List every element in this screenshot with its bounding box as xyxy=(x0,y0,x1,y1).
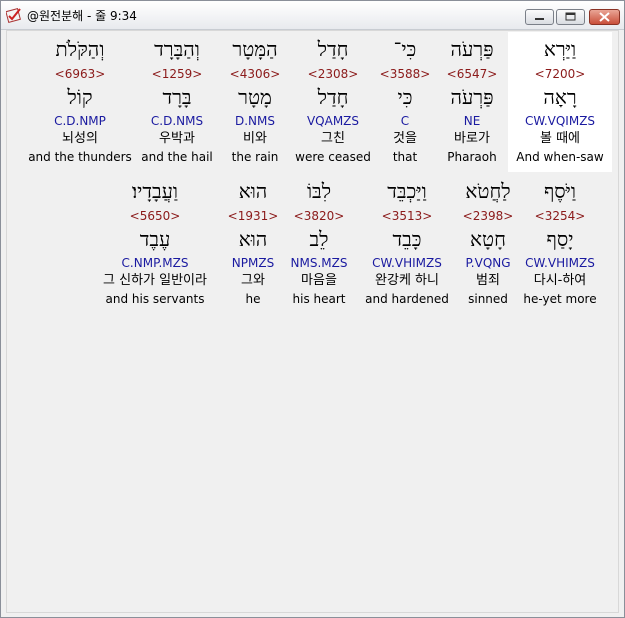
korean-gloss: 그친 xyxy=(321,131,345,146)
strong-number: <3254> xyxy=(534,209,586,223)
hebrew-lemma: לֵב xyxy=(309,227,329,251)
korean-gloss: 그와 xyxy=(241,273,265,288)
english-gloss: and the hail xyxy=(141,150,213,164)
hebrew-lemma: חָטָא xyxy=(470,227,506,251)
korean-gloss: 마음을 xyxy=(301,273,337,288)
hebrew-lemma: מָטָר xyxy=(238,85,272,109)
hebrew-lemma: כִּי xyxy=(397,85,413,109)
window-title: @원전분해 - 줄 9:34 xyxy=(27,9,137,23)
minimize-button[interactable] xyxy=(525,9,554,25)
korean-gloss: 우박과 xyxy=(159,131,195,146)
close-icon xyxy=(599,12,610,22)
hebrew-word: וַיַּכְבֵּד xyxy=(387,179,427,203)
app-window: @원전분해 - 줄 9:34 וַיַּרְא <7200> רָאָה CW.VQI… xyxy=(0,0,625,618)
english-gloss: he xyxy=(245,292,261,306)
strong-number: <6547> xyxy=(446,67,498,81)
morphology-code: C.D.NMP xyxy=(54,114,106,128)
hebrew-word: הַמָּטָר xyxy=(232,37,278,61)
strong-number: <3513> xyxy=(381,209,433,223)
strong-number: <5650> xyxy=(129,209,181,223)
hebrew-word: חָדַל xyxy=(317,37,349,61)
hebrew-lemma: כָּבֵד xyxy=(392,227,422,251)
morphology-code: CW.VQIMZS xyxy=(524,114,596,128)
morphology-code: C.NMP.MZS xyxy=(121,256,189,270)
morphology-code: P.VQNG xyxy=(465,256,511,270)
english-gloss: and his servants xyxy=(105,292,205,306)
korean-gloss: 것을 xyxy=(393,131,417,146)
korean-gloss: 범죄 xyxy=(476,273,500,288)
english-gloss: And when-saw xyxy=(516,150,604,164)
hebrew-word: וַיַּרְא xyxy=(543,37,577,61)
korean-gloss: 다시-하여 xyxy=(533,273,587,288)
hebrew-word: וַיֹּסֶף xyxy=(543,179,577,203)
strong-number: <3820> xyxy=(293,209,345,223)
hebrew-lemma: בָּרָד xyxy=(162,85,192,109)
korean-gloss: 비와 xyxy=(243,131,267,146)
korean-gloss: 뇌성의 xyxy=(62,131,98,146)
morphology-code: CW.VHIMZS xyxy=(525,256,595,270)
strong-number: <1931> xyxy=(227,209,279,223)
english-gloss: that xyxy=(392,150,418,164)
english-gloss: his heart xyxy=(292,292,346,306)
strong-number: <4306> xyxy=(229,67,281,81)
korean-gloss: 완강케 하니 xyxy=(375,273,439,288)
english-gloss: the rain xyxy=(231,150,279,164)
english-gloss: he-yet more xyxy=(523,292,597,306)
hebrew-lemma: קוֹל xyxy=(67,85,93,109)
strong-number: <2308> xyxy=(307,67,359,81)
morphology-code: C.D.NMS xyxy=(150,114,204,128)
strong-number: <1259> xyxy=(151,67,203,81)
morphology-code: D.NMS xyxy=(234,114,276,128)
morphology-code: C xyxy=(400,114,410,128)
english-gloss: sinned xyxy=(468,292,508,306)
parsing-view: וַיַּרְא <7200> רָאָה CW.VQIMZS 볼 때에 And when… xyxy=(6,30,619,613)
strong-number: <7200> xyxy=(534,67,586,81)
hebrew-word: וְהַקֹּלֹת xyxy=(55,37,105,61)
maximize-icon xyxy=(565,12,576,21)
hebrew-word: כִּי־ xyxy=(393,37,417,61)
morphology-code: CW.VHIMZS xyxy=(372,256,442,270)
hebrew-lemma: פַּרְעֹה xyxy=(450,85,494,109)
korean-gloss: 바로가 xyxy=(454,131,490,146)
english-gloss: were ceased xyxy=(295,150,371,164)
minimize-icon xyxy=(535,18,544,20)
hebrew-lemma: הוּא xyxy=(238,227,268,251)
hebrew-word: וַעֲבָדָיו׃ xyxy=(131,179,179,203)
morphology-code: VQAMZS xyxy=(306,114,360,128)
bible-check-icon xyxy=(5,7,22,23)
strong-number: <2398> xyxy=(462,209,514,223)
close-button[interactable] xyxy=(589,9,620,25)
strong-number: <3588> xyxy=(379,67,431,81)
korean-gloss: 그 신하가 일반이라 xyxy=(103,273,207,288)
morphology-code: NE xyxy=(463,114,481,128)
hebrew-lemma: יָסַף xyxy=(546,227,574,251)
morphology-code: NPMZS xyxy=(231,256,275,270)
korean-gloss: 볼 때에 xyxy=(539,131,581,146)
english-gloss: and hardened xyxy=(365,292,449,306)
strong-number: <6963> xyxy=(54,67,106,81)
hebrew-lemma: חָדַל xyxy=(317,85,349,109)
hebrew-lemma: עֶבֶד xyxy=(139,227,171,251)
hebrew-word: וְהַבָּרָד xyxy=(154,37,200,61)
hebrew-word: לַחֲטֹא xyxy=(465,179,511,203)
title-bar[interactable]: @원전분해 - 줄 9:34 xyxy=(1,1,624,30)
hebrew-word: פַּרְעֹה xyxy=(450,37,494,61)
english-gloss: Pharaoh xyxy=(447,150,497,164)
hebrew-word: הוּא xyxy=(238,179,268,203)
english-gloss: and the thunders xyxy=(28,150,132,164)
morphology-code: NMS.MZS xyxy=(290,256,348,270)
hebrew-lemma: רָאָה xyxy=(543,85,577,109)
hebrew-word: לִבּוֹ xyxy=(306,179,332,203)
maximize-button[interactable] xyxy=(556,9,585,25)
